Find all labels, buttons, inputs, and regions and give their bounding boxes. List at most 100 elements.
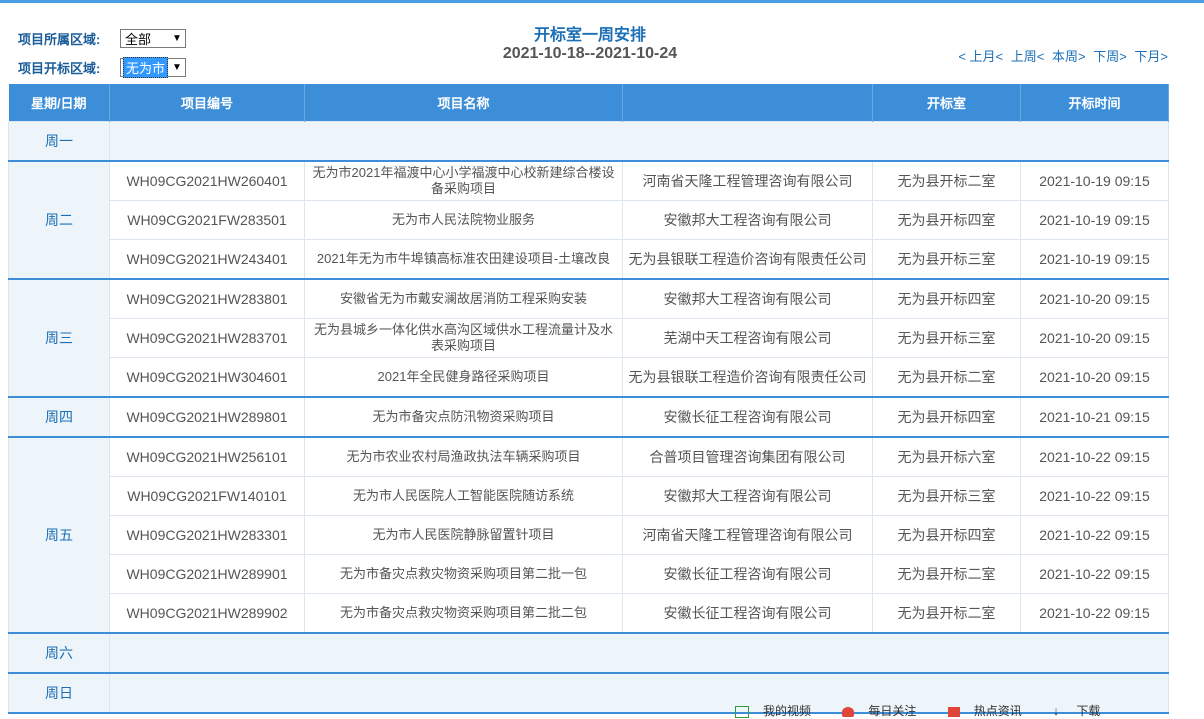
this-week-link[interactable]: 本周> [1052,49,1086,64]
day-cell: 周六 [8,632,110,674]
agency-cell: 河南省天隆工程管理咨询有限公司 [622,515,873,555]
project-name-cell[interactable]: 无为市人民医院静脉留置针项目 [304,515,623,555]
project-name-cell[interactable]: 2021年无为市牛埠镇高标准农田建设项目-土壤改良 [304,239,623,280]
table-header-row: 星期/日期 项目编号 项目名称 开标室 开标时间 [8,84,1169,122]
bid-room-cell: 无为县开标二室 [872,593,1021,634]
project-name-cell[interactable]: 无为市农业农村局渔政执法车辆采购项目 [304,436,623,477]
schedule-table: 星期/日期 项目编号 项目名称 开标室 开标时间 周一 周二 WH09CG2021H… [8,84,1169,714]
agency-cell: 无为县银联工程造价咨询有限责任公司 [622,239,873,280]
day-cell: 周四 [8,396,110,438]
day-cell: 周二 [8,160,110,280]
next-month-link[interactable]: 下月> [1134,49,1168,64]
table-row[interactable]: 周四 WH09CG2021HW289801 无为市备灾点防汛物资采购项目 安徽长征工程… [8,396,1169,438]
agency-cell: 安徽长征工程咨询有限公司 [622,554,873,594]
agency-cell: 安徽长征工程咨询有限公司 [622,396,873,438]
region-select[interactable]: 全部 ▼ [120,28,186,48]
table-row[interactable]: WH09CG2021FW283501 无为市人民法院物业服务 安徽邦大工程咨询有限公… [9,200,1169,240]
prev-week-link[interactable]: 上周< [1011,49,1045,64]
project-name-cell[interactable]: 2021年全民健身路径采购项目 [304,357,623,398]
status-item[interactable]: ↓ 下载 [1053,704,1114,718]
week-navigation: < 上月< 上周< 本周> 下周> 下月> [954,46,1168,65]
project-name-cell[interactable]: 无为市备灾点防汛物资采购项目 [304,396,623,438]
bid-time-cell: 2021-10-19 09:15 [1020,200,1169,240]
page-title: 开标室一周安排 [533,27,646,44]
bid-time-cell: 2021-10-22 09:15 [1020,593,1169,634]
project-name-cell[interactable]: 无为市备灾点救灾物资采购项目第二批一包 [304,554,623,594]
bid-time-cell: 2021-10-22 09:15 [1020,476,1169,516]
project-code-cell: WH09CG2021FW283501 [109,200,305,240]
bid-room-cell: 无为县开标二室 [872,554,1021,594]
bid-room-cell: 无为县开标二室 [872,160,1021,201]
project-name-cell[interactable]: 无为市人民法院物业服务 [304,200,623,240]
column-header: 星期/日期 [8,84,110,122]
table-row[interactable]: 周二 WH09CG2021HW260401 无为市2021年福渡中心小学福渡中心校新… [8,160,1169,280]
project-code-cell: WH09CG2021HW289901 [109,554,305,594]
column-header: 项目编号 [109,84,305,122]
status-item[interactable]: 我的视频 [735,704,825,718]
bid-room-cell: 无为县开标四室 [872,200,1021,240]
status-item[interactable]: 每日关注 [842,704,930,718]
chevron-down-icon: ▼ [172,61,182,73]
empty-day-cell [109,121,1169,162]
column-header: 项目名称 [304,84,623,122]
schedule-body: 周一 周二 WH09CG2021HW260401 无为市2021年福渡中心小学福渡中心… [8,121,1169,714]
table-row[interactable]: WH09CG2021HW289901 无为市备灾点救灾物资采购项目第二批一包 安徽长… [9,554,1169,594]
next-week-link[interactable]: 下周> [1093,49,1127,64]
chevron-down-icon: ▼ [172,32,182,44]
day-cell: 周日 [8,672,110,714]
column-header: 开标室 [872,84,1021,122]
bid-time-cell: 2021-10-22 09:15 [1020,515,1169,555]
project-code-cell: WH09CG2021HW260401 [109,160,305,201]
project-name-cell[interactable]: 安徽省无为市戴安澜故居消防工程采购安装 [304,278,623,319]
agency-cell: 河南省天隆工程管理咨询有限公司 [622,160,873,201]
status-item[interactable]: 热点资讯 [947,704,1036,718]
table-row[interactable]: 周五 WH09CG2021HW256101 无为市农业农村局渔政执法车辆采购项目 合普… [8,436,1169,634]
table-row[interactable]: WH09CG2021HW289902 无为市备灾点救灾物资采购项目第二批二包 安徽长… [9,593,1169,634]
bid-room-cell: 无为县开标三室 [872,476,1021,516]
agency-cell: 芜湖中天工程咨询有限公司 [622,318,873,358]
table-row[interactable]: WH09CG2021HW283301 无为市人民医院静脉留置针项目 河南省天隆工程管… [9,515,1169,555]
bid-time-cell: 2021-10-19 09:15 [1020,160,1169,201]
table-row[interactable]: WH09CG2021FW140101 无为市人民医院人工智能医院随访系统 安徽邦大工… [9,476,1169,516]
project-code-cell: WH09CG2021HW289902 [109,593,305,634]
day-row: 周六 [8,632,1169,674]
bid-room-cell: 无为县开标三室 [872,239,1021,280]
flame-icon [842,706,855,717]
project-name-cell[interactable]: 无为市备灾点救灾物资采购项目第二批二包 [304,593,623,634]
agency-cell: 合普项目管理咨询集团有限公司 [622,436,873,477]
table-row[interactable]: WH09CG2021HW304601 2021年全民健身路径采购项目 无为县银联工程… [9,357,1169,398]
empty-day-cell [109,632,1169,674]
bid-region-filter-label: 项目开标区域: [18,60,101,76]
day-cell: 周三 [8,278,110,398]
video-icon [735,705,749,718]
bid-room-cell: 无为县开标二室 [872,357,1021,398]
table-row[interactable]: 周三 WH09CG2021HW283801 安徽省无为市戴安澜故居消防工程采购安装安… [8,278,1169,398]
bid-time-cell: 2021-10-19 09:15 [1020,239,1169,280]
bid-room-cell: 无为县开标六室 [872,436,1021,477]
day-cell: 周一 [8,121,110,162]
table-row[interactable]: WH09CG2021HW283701 无为县城乡一体化供水高沟区域供水工程流量计及… [9,318,1169,358]
bid-room-cell: 无为县开标三室 [872,318,1021,358]
bid-region-select[interactable]: 无为市 ▼ [120,56,186,78]
prev-month-link[interactable]: < 上月< [958,49,1003,64]
agency-cell: 安徽邦大工程咨询有限公司 [622,278,873,319]
column-header [622,84,873,122]
region-filter-row: 项目所属区域: 全部 ▼ [18,26,186,50]
filter-panel: 项目所属区域: 全部 ▼ 项目开标区域: 无为市 ▼ [18,26,186,84]
project-name-cell[interactable]: 无为县城乡一体化供水高沟区域供水工程流量计及水表采购项目 [304,318,623,358]
project-code-cell: WH09CG2021HW243401 [109,239,305,280]
project-code-cell: WH09CG2021FW140101 [109,476,305,516]
bid-time-cell: 2021-10-20 09:15 [1020,318,1169,358]
bid-room-cell: 无为县开标四室 [872,278,1021,319]
news-icon [947,706,960,717]
bid-time-cell: 2021-10-20 09:15 [1020,278,1169,319]
bid-room-cell: 无为县开标四室 [872,396,1021,438]
project-name-cell[interactable]: 无为市人民医院人工智能医院随访系统 [304,476,623,516]
bid-time-cell: 2021-10-20 09:15 [1020,357,1169,398]
column-header: 开标时间 [1020,84,1169,122]
download-icon: ↓ [1053,704,1063,718]
table-row[interactable]: WH09CG2021HW243401 2021年无为市牛埠镇高标准农田建设项目-土… [9,239,1169,280]
bid-room-cell: 无为县开标四室 [872,515,1021,555]
bid-time-cell: 2021-10-22 09:15 [1020,554,1169,594]
project-name-cell[interactable]: 无为市2021年福渡中心小学福渡中心校新建综合楼设备采购项目 [304,160,623,201]
